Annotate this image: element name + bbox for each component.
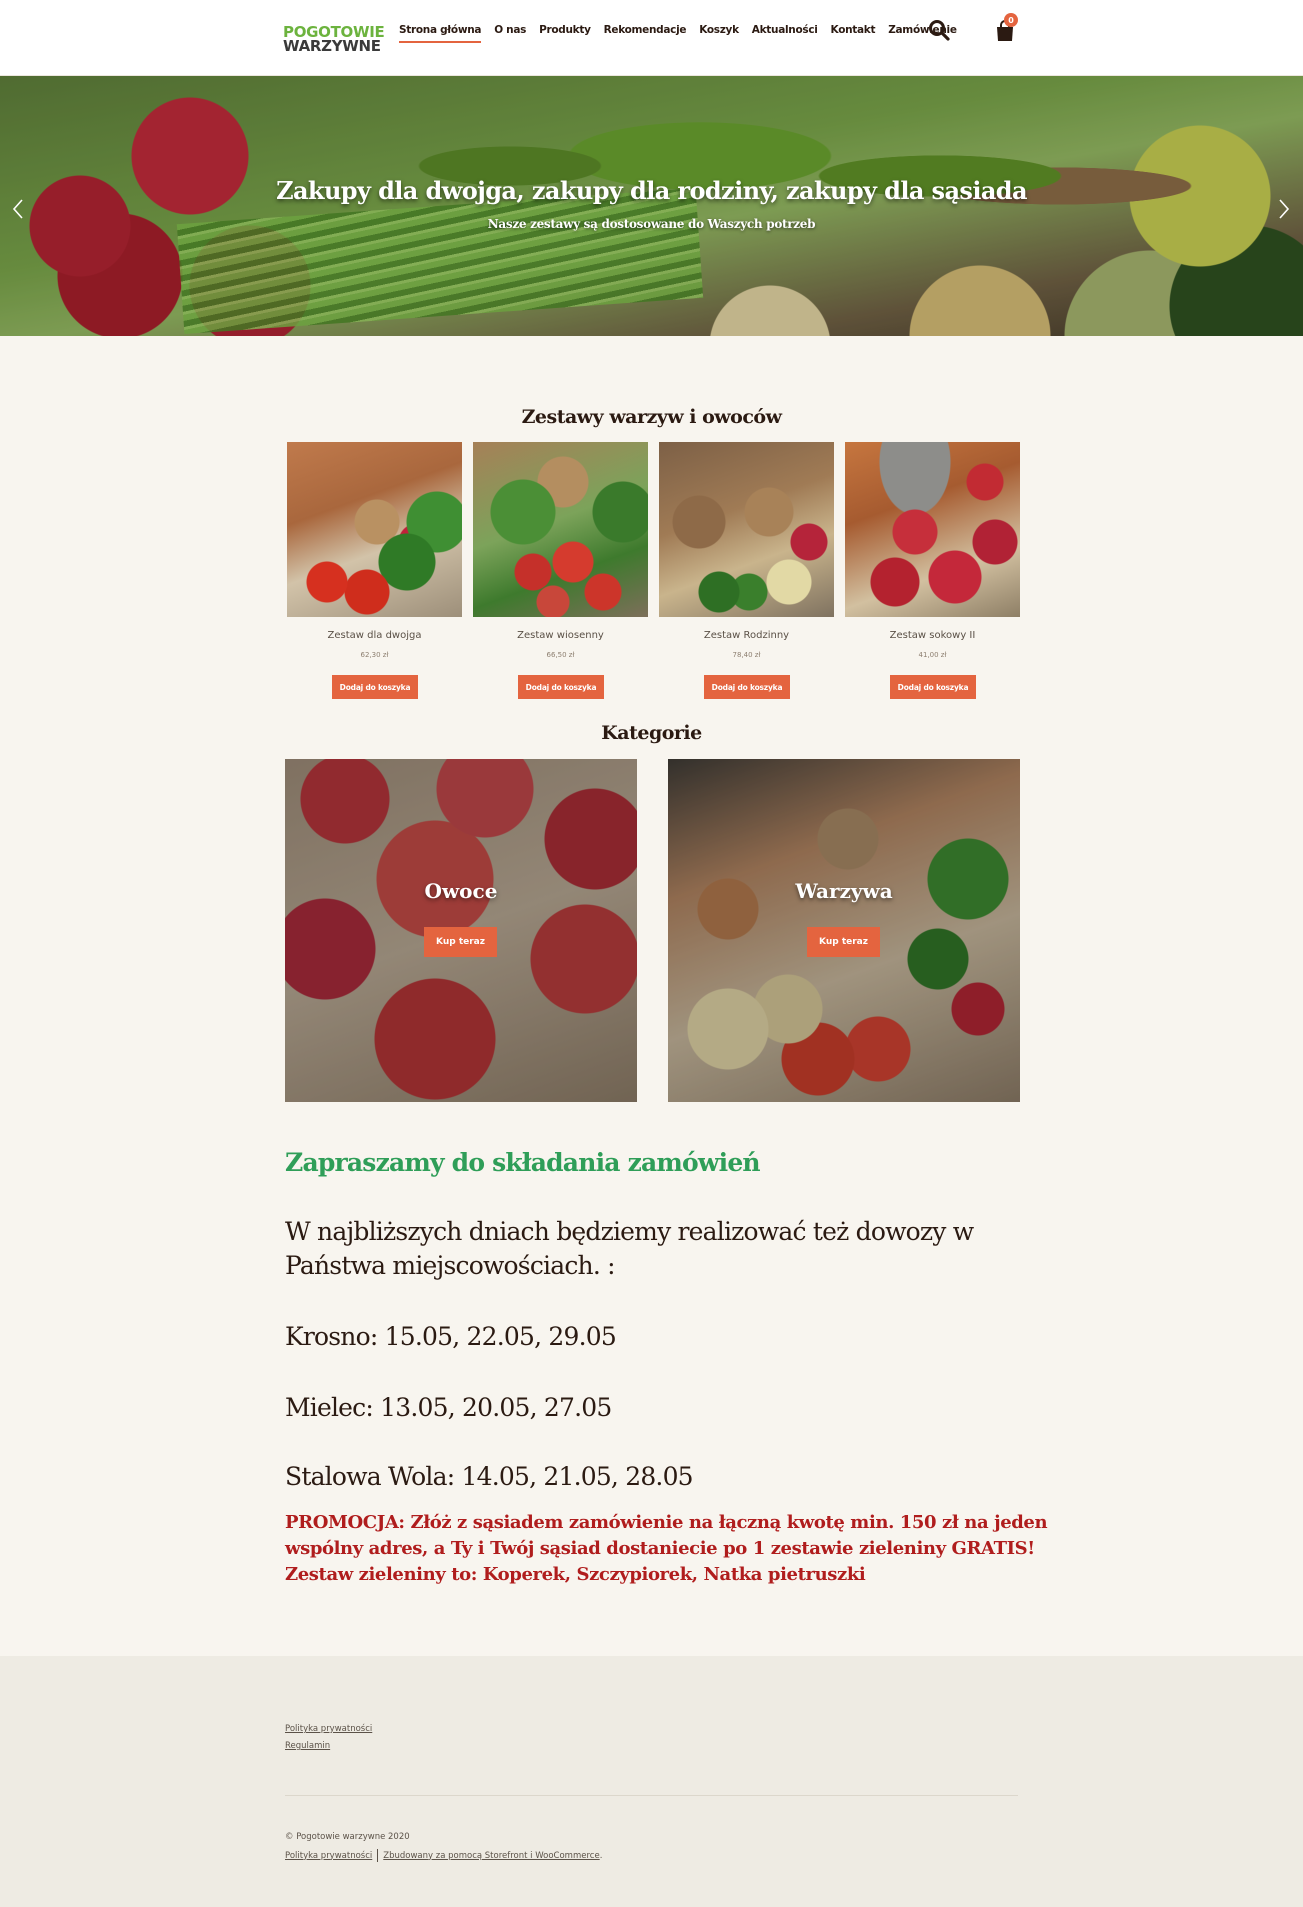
footer-link-privacy[interactable]: Polityka prywatności <box>285 1724 372 1734</box>
nav-item-home[interactable]: Strona główna <box>399 24 481 44</box>
logo-text: POGOTOWIE WARZYWNE <box>283 24 385 55</box>
product-price: 62,30 zł <box>360 651 389 659</box>
product-name[interactable]: Zestaw dla dwojga <box>287 630 462 641</box>
nav-item-cart[interactable]: Koszyk <box>699 24 739 44</box>
product-image[interactable] <box>659 442 834 617</box>
logo-line-2: WARZYWNE <box>283 37 381 55</box>
delivery-city: Mielec: 13.05, 20.05, 27.05 <box>285 1393 612 1422</box>
product-card: Zestaw dla dwojga 62,30 zł Dodaj do kosz… <box>287 442 462 699</box>
products-section-title: Zestawy warzyw i owoców <box>521 406 782 428</box>
add-to-cart-button[interactable]: Dodaj do koszyka <box>332 675 418 699</box>
hero-title: Zakupy dla dwojga, zakupy dla rodziny, z… <box>276 176 1027 205</box>
product-card: Zestaw sokowy II 41,00 zł Dodaj do koszy… <box>845 442 1020 699</box>
product-card: Zestaw Rodzinny 78,40 zł Dodaj do koszyk… <box>659 442 834 699</box>
product-name[interactable]: Zestaw sokowy II <box>845 630 1020 641</box>
nav-item-contact[interactable]: Kontakt <box>831 24 876 44</box>
search-icon <box>929 20 950 41</box>
footer-credits: Polityka prywatności Zbudowany za pomocą… <box>285 1849 602 1862</box>
slider-prev-button[interactable] <box>8 194 28 224</box>
category-card-fruits[interactable]: Owoce Kup teraz <box>285 759 637 1102</box>
add-to-cart-button[interactable]: Dodaj do koszyka <box>518 675 604 699</box>
footer-link-terms[interactable]: Regulamin <box>285 1741 330 1751</box>
footer-divider <box>285 1795 1018 1796</box>
product-price: 41,00 zł <box>918 651 947 659</box>
credits-built-with-link[interactable]: Zbudowany za pomocą Storefront i WooComm… <box>383 1851 599 1861</box>
chevron-right-icon <box>1279 199 1290 219</box>
hero-subtitle: Nasze zestawy są dostosowane do Waszych … <box>487 217 816 231</box>
credits-privacy-link[interactable]: Polityka prywatności <box>285 1851 372 1861</box>
chevron-left-icon <box>12 199 23 219</box>
nav-item-recommendations[interactable]: Rekomendacje <box>604 24 687 44</box>
add-to-cart-button[interactable]: Dodaj do koszyka <box>890 675 976 699</box>
nav-item-news[interactable]: Aktualności <box>752 24 818 44</box>
search-button[interactable] <box>927 18 951 42</box>
delivery-city: Stalowa Wola: 14.05, 21.05, 28.05 <box>285 1462 694 1491</box>
credits-period: . <box>599 1850 603 1861</box>
credits-separator <box>377 1849 379 1862</box>
promo-text: PROMOCJA: Złóż z sąsiadem zamówienie na … <box>285 1510 1065 1588</box>
product-card: Zestaw wiosenny 66,50 zł Dodaj do koszyk… <box>473 442 648 699</box>
product-name[interactable]: Zestaw Rodzinny <box>659 630 834 641</box>
shop-now-button[interactable]: Kup teraz <box>424 927 497 957</box>
copyright-text: © Pogotowie warzywne 2020 <box>285 1832 410 1842</box>
product-image[interactable] <box>473 442 648 617</box>
category-card-vegetables[interactable]: Warzywa Kup teraz <box>668 759 1020 1102</box>
hero-slider: Zakupy dla dwojga, zakupy dla rodziny, z… <box>0 76 1303 336</box>
delivery-line: Państwa miejscowościach. : <box>285 1251 616 1280</box>
product-image[interactable] <box>845 442 1020 617</box>
nav-item-products[interactable]: Produkty <box>539 24 591 44</box>
invite-heading: Zapraszamy do składania zamówień <box>285 1148 761 1177</box>
site-footer: Polityka prywatności Regulamin © Pogotow… <box>0 1656 1303 1907</box>
delivery-city: Krosno: 15.05, 22.05, 29.05 <box>285 1322 617 1351</box>
product-image[interactable] <box>287 442 462 617</box>
promo-line: PROMOCJA: Złóż z sąsiadem zamówienie na … <box>285 1512 1048 1533</box>
category-title: Owoce <box>424 879 498 903</box>
main-nav: Strona główna O nas Produkty Rekomendacj… <box>399 24 957 44</box>
product-list: Zestaw dla dwojga 62,30 zł Dodaj do kosz… <box>287 442 1020 702</box>
site-header: POGOTOWIE WARZYWNE Strona główna O nas P… <box>0 0 1303 76</box>
site-logo[interactable]: POGOTOWIE WARZYWNE <box>281 18 385 60</box>
product-name[interactable]: Zestaw wiosenny <box>473 630 648 641</box>
slider-next-button[interactable] <box>1274 194 1294 224</box>
category-title: Warzywa <box>795 879 893 903</box>
categories-section-title: Kategorie <box>601 722 702 744</box>
add-to-cart-button[interactable]: Dodaj do koszyka <box>704 675 790 699</box>
delivery-line: W najbliższych dniach będziemy realizowa… <box>285 1217 974 1246</box>
promo-line: Zestaw zieleniny to: Koperek, Szczypiore… <box>285 1564 866 1585</box>
cart-count-badge: 0 <box>1004 13 1018 27</box>
nav-item-about[interactable]: O nas <box>494 24 526 44</box>
delivery-info: W najbliższych dniach będziemy realizowa… <box>285 1215 1045 1283</box>
promo-line: wspólny adres, a Ty i Twój sąsiad dostan… <box>285 1538 1035 1559</box>
shop-now-button[interactable]: Kup teraz <box>807 927 880 957</box>
product-price: 78,40 zł <box>732 651 761 659</box>
product-price: 66,50 zł <box>546 651 575 659</box>
